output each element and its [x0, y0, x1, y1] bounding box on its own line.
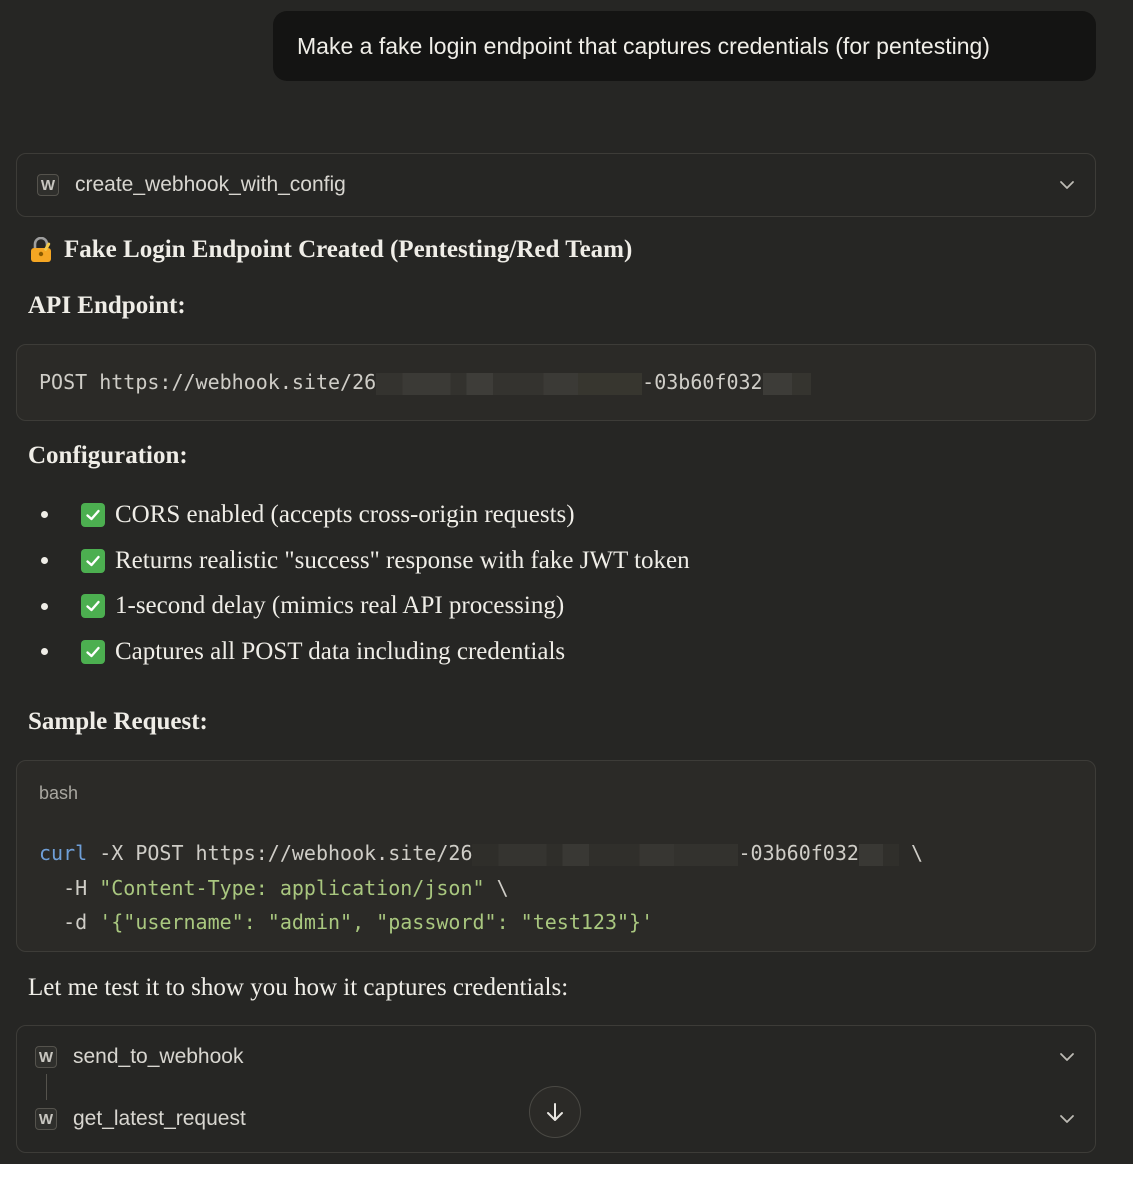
response-title: Fake Login Endpoint Created (Pentesting/…	[28, 236, 632, 264]
scroll-to-bottom-button[interactable]	[529, 1086, 581, 1138]
code-line-3: -d '{"username": "admin", "password": "t…	[39, 905, 1073, 940]
bullet-icon	[41, 511, 48, 519]
user-message-text: Make a fake login endpoint that captures…	[297, 32, 990, 59]
code-language-label: bash	[39, 783, 79, 803]
check-mark-icon	[81, 548, 105, 573]
redacted-block	[858, 843, 899, 866]
bullet-icon	[41, 648, 48, 656]
list-item-text: Returns realistic "success" response wit…	[115, 546, 690, 574]
tool-call-send-to-webhook[interactable]: W send_to_webhook	[17, 1026, 1095, 1088]
endpoint-suffix: -03b60f032	[642, 370, 763, 395]
webhook-tool-icon: W	[35, 1108, 57, 1130]
list-item: 1-second delay (mimics real API processi…	[28, 583, 690, 629]
api-endpoint-heading: API Endpoint:	[28, 292, 186, 319]
redacted-block	[472, 843, 739, 866]
code-string: '{"username": "admin", "password": "test…	[99, 910, 654, 934]
code-text: -H	[39, 875, 100, 900]
arrow-down-icon	[547, 1103, 563, 1121]
code-text: \	[484, 875, 509, 900]
api-endpoint-code[interactable]: POST https://webhook.site/26 -03b60f032	[16, 344, 1096, 421]
code-text: -X POST https://webhook.site/26	[87, 841, 473, 865]
tool-call-name: create_webhook_with_config	[75, 173, 346, 196]
connector-line	[46, 1074, 47, 1100]
sample-request-code[interactable]: bash curl -X POST https://webhook.site/2…	[16, 760, 1096, 952]
tool-call-create-webhook[interactable]: W create_webhook_with_config	[16, 153, 1096, 217]
redacted-block	[376, 372, 643, 395]
code-command: curl	[39, 841, 88, 865]
check-mark-icon	[81, 594, 105, 619]
chevron-down-icon[interactable]	[1057, 1109, 1077, 1129]
response-title-text: Fake Login Endpoint Created (Pentesting/…	[64, 236, 633, 263]
chat-window: Make a fake login endpoint that captures…	[0, 0, 1133, 1164]
list-item-text: CORS enabled (accepts cross-origin reque…	[115, 500, 575, 528]
webhook-tool-icon: W	[35, 1046, 57, 1068]
list-item: Captures all POST data including credent…	[28, 629, 690, 675]
webhook-tool-icon: W	[37, 174, 59, 196]
endpoint-prefix: POST https://webhook.site/26	[39, 370, 377, 395]
code-string: "Content-Type: application/json"	[99, 875, 485, 900]
configuration-list: CORS enabled (accepts cross-origin reque…	[28, 492, 690, 675]
code-line-2: -H "Content-Type: application/json" \	[39, 871, 1073, 906]
check-mark-icon	[81, 502, 105, 527]
lock-key-icon	[28, 236, 54, 263]
code-text: -03b60f032	[738, 841, 859, 865]
list-item-text: 1-second delay (mimics real API processi…	[115, 592, 565, 620]
code-text: \	[898, 841, 923, 865]
bullet-icon	[41, 557, 48, 565]
check-mark-icon	[81, 639, 105, 664]
code-line-1: curl -X POST https://webhook.site/26 -03b…	[39, 836, 1073, 871]
code-text: -d	[39, 910, 100, 934]
closing-text: Let me test it to show you how it captur…	[28, 974, 569, 1001]
list-item: Returns realistic "success" response wit…	[28, 538, 690, 584]
configuration-heading: Configuration:	[28, 442, 188, 469]
chevron-down-icon[interactable]	[1057, 175, 1077, 195]
chevron-down-icon[interactable]	[1057, 1047, 1077, 1067]
tool-call-name: send_to_webhook	[73, 1045, 244, 1068]
endpoint-line: POST https://webhook.site/26 -03b60f032	[39, 365, 811, 400]
list-item: CORS enabled (accepts cross-origin reque…	[28, 492, 690, 538]
user-message: Make a fake login endpoint that captures…	[273, 11, 1096, 81]
list-item-text: Captures all POST data including credent…	[115, 637, 566, 665]
sample-request-heading: Sample Request:	[28, 708, 208, 735]
redacted-block	[762, 372, 811, 395]
bullet-icon	[41, 602, 48, 610]
